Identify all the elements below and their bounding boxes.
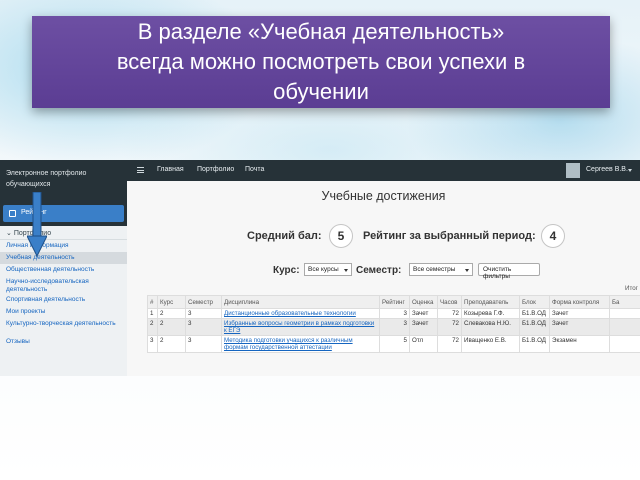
- rating-label: Рейтинг за выбранный период:: [363, 230, 536, 242]
- semester-filter-label: Семестр:: [356, 265, 402, 276]
- table-cell: [609, 308, 640, 319]
- arrow-down-icon: [27, 192, 47, 258]
- table-cell: 72: [437, 308, 462, 319]
- column-header[interactable]: Ба: [609, 295, 640, 309]
- table-cell: 2: [157, 318, 186, 336]
- table-cell: Отл: [409, 335, 438, 353]
- table-cell: 72: [437, 318, 462, 336]
- table-header-row: # Курс Семестр Дисциплина Рейтинг Оценка…: [147, 295, 640, 309]
- table-cell: Зачет: [409, 318, 438, 336]
- course-select[interactable]: Все курсы: [304, 263, 352, 276]
- table-row: 2 2 3 Избранные вопросы геометрии в рамк…: [147, 318, 640, 336]
- table-cell: [609, 335, 640, 353]
- table-cell: Козырева Г.Ф.: [461, 308, 520, 319]
- column-header[interactable]: Часов: [437, 295, 462, 309]
- sidebar-item-personal-info[interactable]: Личная информация: [0, 240, 127, 252]
- avatar: [566, 163, 580, 178]
- table-cell: 5: [379, 335, 410, 353]
- table-cell: Б1.В.ОД: [519, 308, 550, 319]
- table-cell: 1: [147, 308, 158, 319]
- course-filter-label: Курс:: [273, 265, 300, 276]
- nav-link-home[interactable]: Главная: [157, 166, 184, 173]
- table-cell: Слевакова Н.Ю.: [461, 318, 520, 336]
- chevron-down-icon: ⌄: [6, 230, 12, 237]
- table-cell: 3: [185, 335, 222, 353]
- column-header[interactable]: Семестр: [185, 295, 222, 309]
- table-cell: Зачет: [409, 308, 438, 319]
- avg-grade-value: 5: [329, 224, 353, 248]
- grades-table: # Курс Семестр Дисциплина Рейтинг Оценка…: [147, 295, 640, 353]
- table-cell: [609, 318, 640, 336]
- table-cell: 72: [437, 335, 462, 353]
- tag-icon: [9, 210, 16, 217]
- brand-line-1: Электронное портфолио: [6, 170, 87, 177]
- sidebar-item-social[interactable]: Общественная деятельность: [0, 264, 127, 276]
- portfolio-screenshot: Электронное портфолио обучающихся Рейтин…: [0, 160, 640, 376]
- sidebar-item-projects[interactable]: Мои проекты: [0, 306, 127, 318]
- sidebar-portfolio-section: ⌄ Портфолио Личная информация Учебная де…: [0, 226, 127, 376]
- sidebar-item-culture[interactable]: Культурно-творческая деятельность: [0, 318, 127, 336]
- discipline-link[interactable]: Дистанционные образовательные технологии: [221, 308, 380, 319]
- semester-select[interactable]: Все семестры: [409, 263, 473, 276]
- itog-header: Итог: [625, 285, 638, 292]
- table-cell: 2: [157, 335, 186, 353]
- table-cell: 2: [157, 308, 186, 319]
- discipline-link[interactable]: Методика подготовки учащихся к различным…: [221, 335, 380, 353]
- table-cell: Иващенко Е.В.: [461, 335, 520, 353]
- column-header[interactable]: Курс: [157, 295, 186, 309]
- sidebar-rating-button[interactable]: Рейтинг: [3, 205, 124, 222]
- discipline-link[interactable]: Избранные вопросы геометрии в рамках под…: [221, 318, 380, 336]
- slide-title-line-3: обучении: [273, 79, 369, 104]
- table-row: 3 2 3 Методика подготовки учащихся к раз…: [147, 335, 640, 353]
- sidebar-portfolio-header[interactable]: ⌄ Портфолио: [0, 226, 127, 240]
- sidebar-brand: Электронное портфолио обучающихся: [0, 160, 127, 190]
- user-name: Сергеев В.В.: [586, 166, 628, 173]
- table-cell: Б1.В.ОД: [519, 335, 550, 353]
- sidebar-item-sport[interactable]: Спортивная деятельность: [0, 294, 127, 306]
- table-cell: 3: [185, 308, 222, 319]
- caret-down-icon: [628, 169, 632, 172]
- column-header[interactable]: #: [147, 295, 158, 309]
- column-header[interactable]: Преподаватель: [461, 295, 520, 309]
- table-cell: Б1.В.ОД: [519, 318, 550, 336]
- sidebar-item-academic[interactable]: Учебная деятельность: [0, 252, 127, 264]
- hamburger-menu-icon[interactable]: [137, 167, 144, 173]
- table-cell: 3: [185, 318, 222, 336]
- main-content: Учебные достижения Средний бал: 5 Рейтин…: [127, 181, 640, 376]
- table-cell: Зачет: [549, 308, 610, 319]
- table-cell: 2: [147, 318, 158, 336]
- table-cell: 3: [147, 335, 158, 353]
- rating-value: 4: [541, 224, 565, 248]
- sidebar-item-reviews[interactable]: Отзывы: [0, 336, 127, 348]
- chevron-down-icon: [465, 269, 469, 272]
- table-cell: 3: [379, 308, 410, 319]
- slide-title-line-1: В разделе «Учебная деятельность»: [137, 19, 505, 44]
- slide-title-banner: В разделе «Учебная деятельность» всегда …: [32, 16, 610, 108]
- sidebar: Электронное портфолио обучающихся Рейтин…: [0, 160, 127, 376]
- column-header[interactable]: Рейтинг: [379, 295, 410, 309]
- top-navbar: Главная Портфолио Почта Сергеев В.В.: [127, 160, 640, 181]
- table-cell: Зачет: [549, 318, 610, 336]
- column-header[interactable]: Форма контроля: [549, 295, 610, 309]
- column-header[interactable]: Оценка: [409, 295, 438, 309]
- clear-filters-button[interactable]: Очистить фильтры: [478, 263, 540, 280]
- table-cell: 3: [379, 318, 410, 336]
- table-cell: Экзамен: [549, 335, 610, 353]
- column-header[interactable]: Блок: [519, 295, 550, 309]
- slide-title-line-2: всегда можно посмотреть свои успехи в: [116, 49, 526, 74]
- brand-line-2: обучающихся: [6, 181, 51, 188]
- table-row: 1 2 3 Дистанционные образовательные техн…: [147, 308, 640, 319]
- chevron-down-icon: [344, 269, 348, 272]
- nav-link-mail[interactable]: Почта: [245, 166, 264, 173]
- sidebar-item-research[interactable]: Научно-исследовательская деятельность: [0, 276, 127, 294]
- avg-grade-label: Средний бал:: [247, 230, 322, 242]
- user-menu[interactable]: Сергеев В.В.: [566, 163, 636, 178]
- page-title: Учебные достижения: [321, 189, 446, 203]
- nav-link-portfolio[interactable]: Портфолио: [197, 166, 234, 173]
- column-header[interactable]: Дисциплина: [221, 295, 380, 309]
